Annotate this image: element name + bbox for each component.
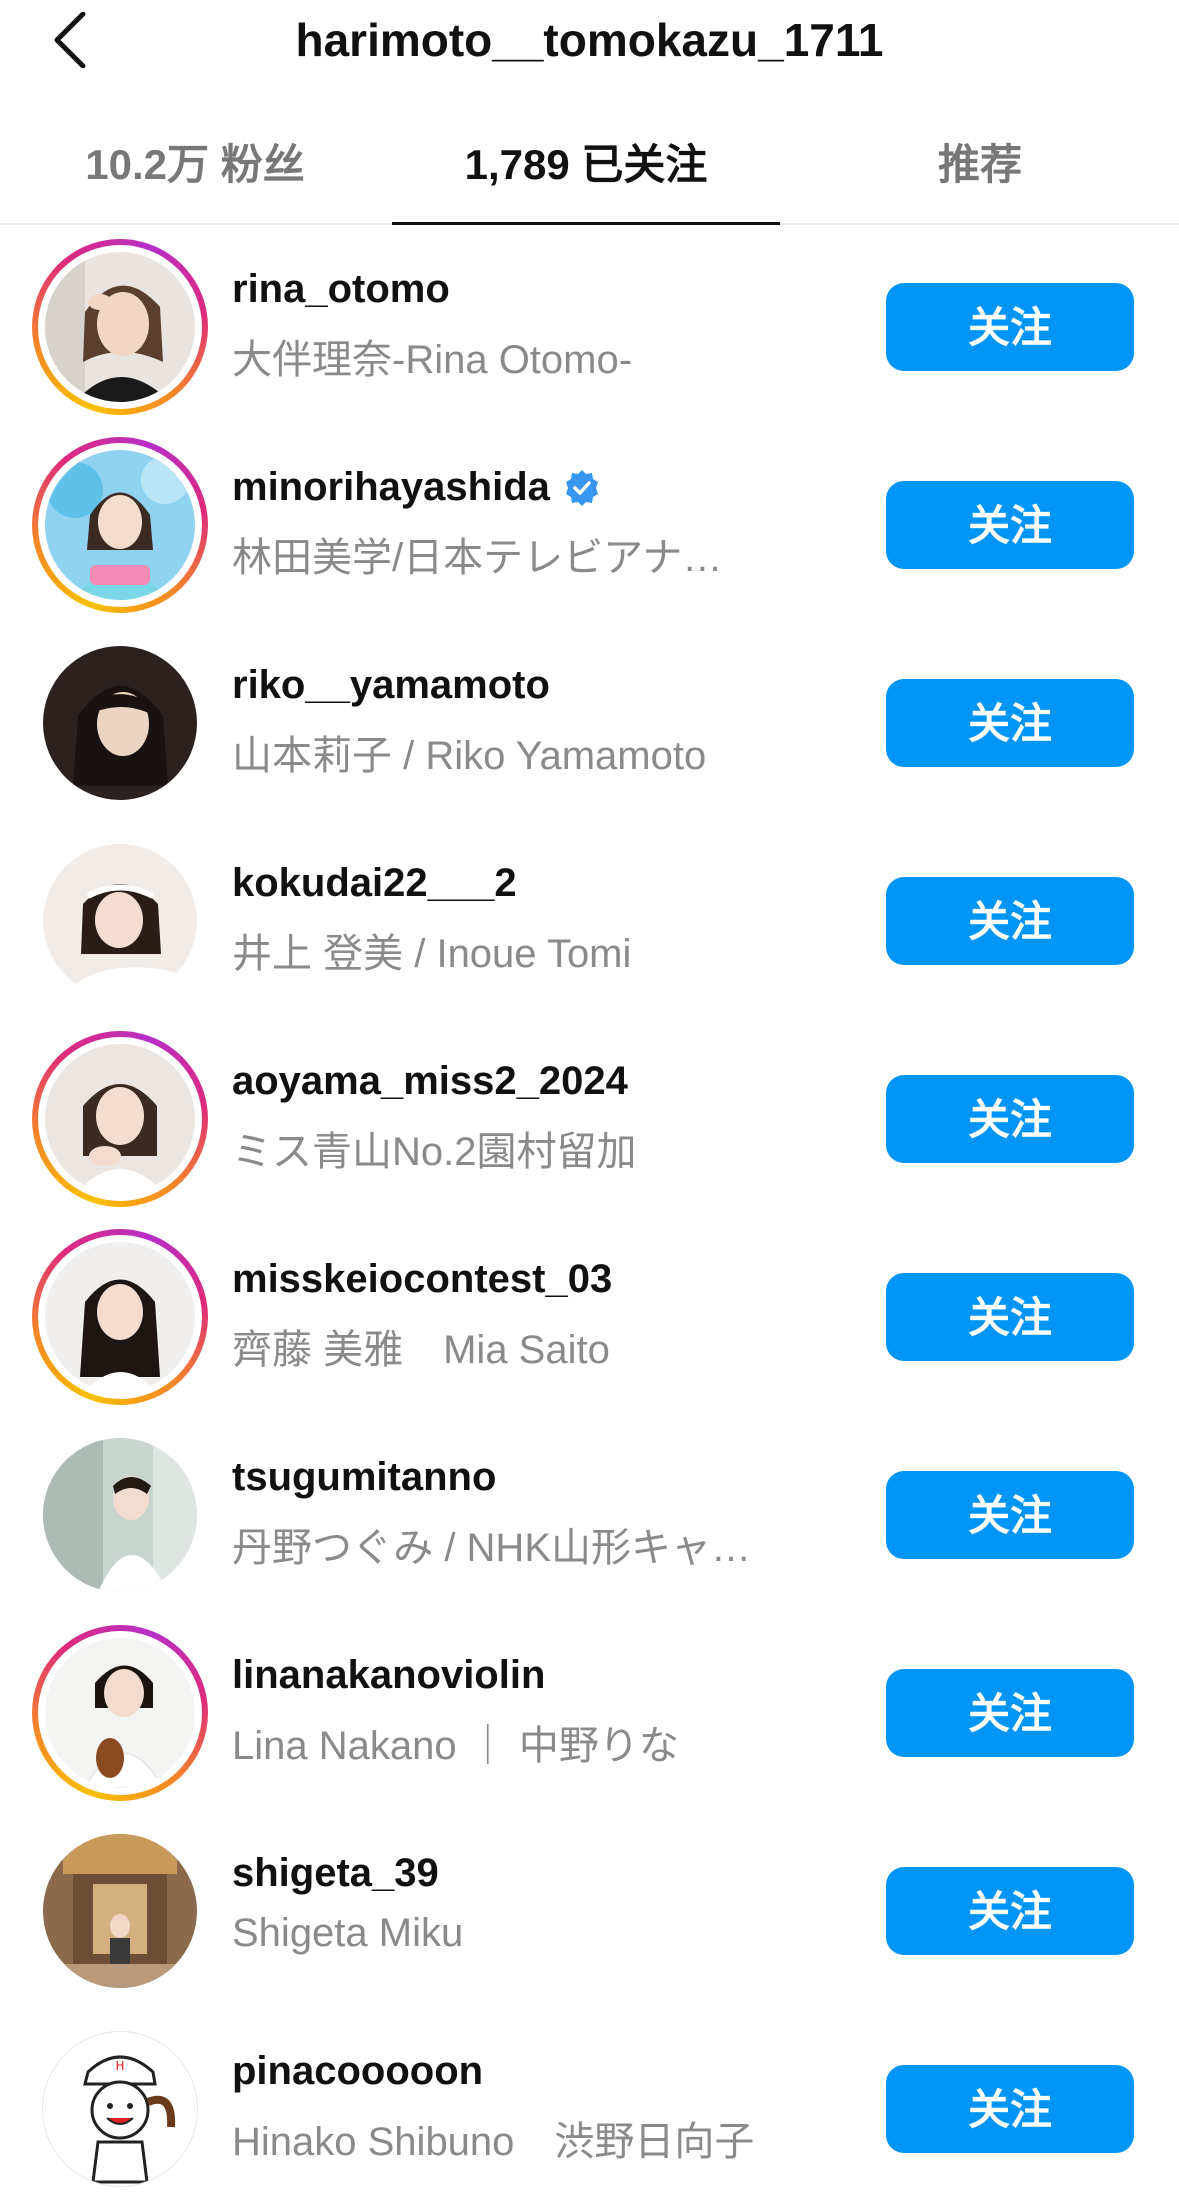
story-ring[interactable] xyxy=(32,1031,208,1207)
story-ring[interactable] xyxy=(32,1625,208,1801)
full-name: Shigeta Miku xyxy=(232,1911,464,1955)
follow-button[interactable]: 关注 xyxy=(886,1669,1134,1757)
list-item[interactable]: tsugumitanno 丹野つぐみ / NHK山形キャ… 关注 xyxy=(0,1413,1179,1611)
avatar[interactable]: H xyxy=(42,2031,198,2187)
follow-button[interactable]: 关注 xyxy=(886,679,1134,767)
username[interactable]: linanakanoviolin xyxy=(232,1653,545,1698)
list-item[interactable]: shigeta_39 Shigeta Miku 关注 xyxy=(0,1809,1179,2007)
username[interactable]: aoyama_miss2_2024 xyxy=(232,1059,628,1104)
username[interactable]: riko__yamamoto xyxy=(232,663,550,708)
list-item[interactable]: aoyama_miss2_2024 ミス青山No.2園村留加 关注 xyxy=(0,1017,1179,1215)
list-item[interactable]: minorihayashida 林田美学/日本テレビアナ… 关注 xyxy=(0,423,1179,621)
tab-following[interactable]: 1,789 已关注 xyxy=(392,115,780,221)
follow-button[interactable]: 关注 xyxy=(886,2065,1134,2153)
list-item[interactable]: kokudai22___2 井上 登美 / Inoue Tomi 关注 xyxy=(0,819,1179,1017)
top-bar: harimoto__tomokazu_1711 xyxy=(0,0,1179,90)
following-list: rina_otomo 大伴理奈-Rina Otomo- 关注 minorihay… xyxy=(0,225,1179,2205)
list-item[interactable]: misskeiocontest_03 齊藤 美雅 Mia Saito 关注 xyxy=(0,1215,1179,1413)
follow-button[interactable]: 关注 xyxy=(886,1471,1134,1559)
back-button[interactable] xyxy=(40,10,100,70)
list-item[interactable]: H pinacooooon Hinako Shibuno 渋野日向子 关注 xyxy=(0,2007,1179,2205)
avatar xyxy=(45,252,195,402)
tab-suggested[interactable]: 推荐 xyxy=(880,115,1080,221)
username[interactable]: misskeiocontest_03 xyxy=(232,1257,612,1302)
avatar xyxy=(45,1242,195,1392)
avatar[interactable] xyxy=(43,844,197,998)
full-name: Hinako Shibuno 渋野日向子 xyxy=(232,2120,755,2164)
full-name: 井上 登美 / Inoue Tomi xyxy=(232,932,632,976)
full-name: Lina Nakano ｜ 中野りな xyxy=(232,1724,679,1768)
username[interactable]: shigeta_39 xyxy=(232,1851,439,1896)
full-name: 山本莉子 / Riko Yamamoto xyxy=(232,734,707,778)
page-title: harimoto__tomokazu_1711 xyxy=(295,14,884,66)
follow-button[interactable]: 关注 xyxy=(886,283,1134,371)
list-item[interactable]: rina_otomo 大伴理奈-Rina Otomo- 关注 xyxy=(0,225,1179,423)
full-name: 齊藤 美雅 Mia Saito xyxy=(232,1328,610,1372)
follow-button[interactable]: 关注 xyxy=(886,877,1134,965)
follow-button[interactable]: 关注 xyxy=(886,1867,1134,1955)
username[interactable]: pinacooooon xyxy=(232,2049,483,2094)
chevron-left-icon xyxy=(54,12,86,68)
list-item[interactable]: riko__yamamoto 山本莉子 / Riko Yamamoto 关注 xyxy=(0,621,1179,819)
tab-followers[interactable]: 10.2万 粉丝 xyxy=(40,115,350,221)
avatar xyxy=(45,1638,195,1788)
avatar[interactable] xyxy=(43,1834,197,1988)
full-name: ミス青山No.2園村留加 xyxy=(232,1130,637,1174)
avatar[interactable] xyxy=(43,646,197,800)
story-ring[interactable] xyxy=(32,1229,208,1405)
list-item[interactable]: linanakanoviolin Lina Nakano ｜ 中野りな 关注 xyxy=(0,1611,1179,1809)
follow-button[interactable]: 关注 xyxy=(886,481,1134,569)
full-name: 大伴理奈-Rina Otomo- xyxy=(232,338,633,382)
username[interactable]: kokudai22___2 xyxy=(232,861,517,906)
full-name: 丹野つぐみ / NHK山形キャ… xyxy=(232,1526,751,1570)
tab-bar: 10.2万 粉丝 1,789 已关注 推荐 xyxy=(0,115,1179,225)
story-ring[interactable] xyxy=(32,239,208,415)
svg-text:H: H xyxy=(115,2059,124,2073)
follow-button[interactable]: 关注 xyxy=(886,1273,1134,1361)
verified-badge-icon xyxy=(565,469,598,506)
story-ring[interactable] xyxy=(32,437,208,613)
username[interactable]: rina_otomo xyxy=(232,267,450,312)
avatar xyxy=(45,450,195,600)
username[interactable]: tsugumitanno xyxy=(232,1455,496,1500)
follow-button[interactable]: 关注 xyxy=(886,1075,1134,1163)
full-name: 林田美学/日本テレビアナ… xyxy=(232,536,723,580)
avatar xyxy=(45,1044,195,1194)
avatar[interactable] xyxy=(43,1438,197,1592)
username[interactable]: minorihayashida xyxy=(232,465,550,510)
